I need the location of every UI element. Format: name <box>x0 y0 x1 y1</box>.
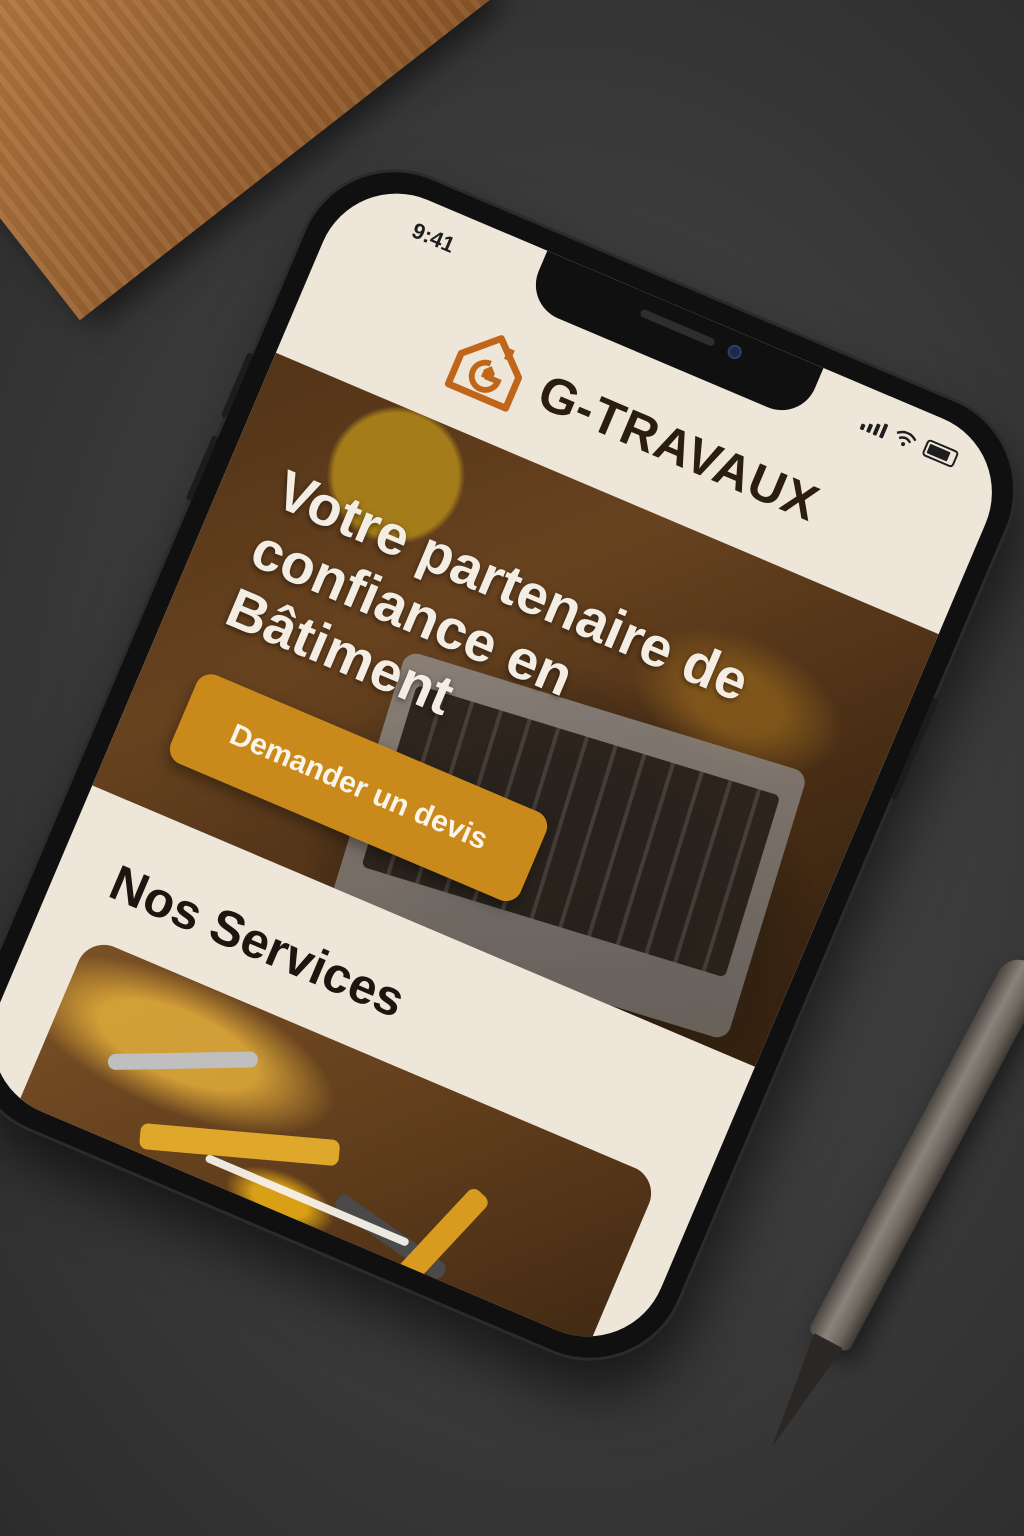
pen-body <box>807 951 1024 1354</box>
status-icons <box>859 412 960 469</box>
pen-tip <box>758 1333 843 1455</box>
front-camera <box>725 342 744 362</box>
volume-button <box>185 434 219 502</box>
hammer-image <box>138 1122 341 1167</box>
signal-icon <box>859 415 889 439</box>
chisel-image <box>107 1051 259 1071</box>
phone-screen: 9:41 G-TRAVAUX Votre partenaire de confi… <box>0 168 1017 1362</box>
status-time: 9:41 <box>408 217 459 258</box>
smartphone: 9:41 G-TRAVAUX Votre partenaire de confi… <box>0 142 1024 1388</box>
house-logo-icon[interactable] <box>438 316 540 418</box>
speaker <box>639 308 716 348</box>
battery-icon <box>921 438 960 469</box>
wifi-icon <box>896 430 917 447</box>
volume-button <box>220 351 254 419</box>
